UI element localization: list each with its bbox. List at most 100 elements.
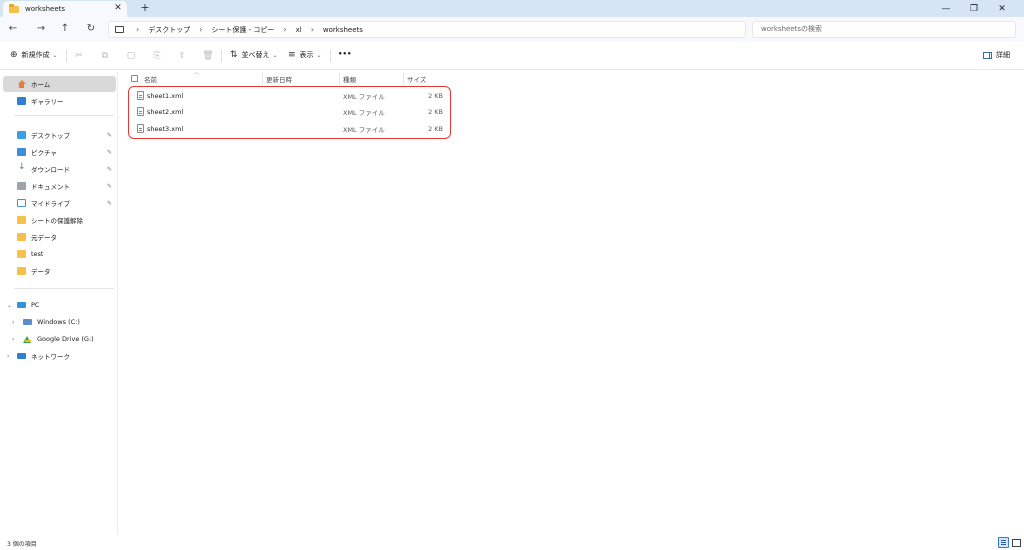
plus-circle-icon: ⊕ [10,50,18,60]
search-input[interactable]: worksheetsの検索 [752,21,1016,38]
tab-title: worksheets [25,5,66,13]
breadcrumb-xl[interactable]: xl [296,26,302,34]
sidebar-item-label: ピクチャ [31,149,57,157]
sidebar-item-mydrive[interactable]: マイドライブ ✎ [3,195,116,211]
chevron-right-icon[interactable]: › [7,353,9,360]
minimize-button[interactable]: — [932,4,960,14]
sidebar-item-test[interactable]: test [3,246,116,262]
pin-icon[interactable]: ✎ [107,132,112,139]
sidebar-item-gallery[interactable]: ギャラリー [3,93,116,109]
sidebar-item-label: マイドライブ [31,200,70,208]
column-header-modified[interactable]: 更新日時 [266,72,292,86]
column-header-type[interactable]: 種類 [343,72,356,86]
sidebar-item-label: PC [31,301,40,309]
breadcrumb-separator: › [310,25,314,34]
windows-drive-icon [23,319,32,325]
sort-icon: ⇅ [230,50,238,60]
pin-icon[interactable]: ✎ [107,200,112,207]
chevron-down-icon: ⌄ [52,51,58,59]
address-row: ← → ↑ ↻ › デスクトップ › シート保護 - コピー › xl › wo… [0,17,1024,42]
sort-button-label: 並べ替え [241,51,270,59]
sidebar-item-label: ギャラリー [31,98,64,106]
more-options-button[interactable]: ••• [338,50,351,58]
sidebar-item-data[interactable]: データ [3,263,116,279]
paste-icon[interactable]: ▢ [125,50,137,62]
column-header-name[interactable]: 名前 [144,72,157,86]
details-pane-icon [983,51,992,59]
sort-ascending-icon: ︿ [194,70,200,76]
divider [330,50,331,62]
column-divider[interactable] [403,73,404,85]
refresh-button[interactable]: ↻ [84,22,98,36]
documents-icon [17,182,26,190]
sidebar-divider [14,288,114,289]
divider [66,50,67,62]
sidebar-item-documents[interactable]: ドキュメント ✎ [3,178,116,194]
up-button[interactable]: ↑ [58,22,72,36]
sidebar-item-source-data[interactable]: 元データ [3,229,116,245]
chevron-right-icon[interactable]: › [12,336,14,343]
large-icons-view-icon[interactable] [1011,537,1022,548]
mydrive-icon [17,199,26,207]
new-button[interactable]: ⊕ 新規作成 ⌄ [10,50,58,60]
breadcrumb-desktop[interactable]: デスクトップ [148,25,190,35]
address-bar[interactable]: › デスクトップ › シート保護 - コピー › xl › worksheets [108,21,746,38]
sidebar-item-pictures[interactable]: ピクチャ ✎ [3,144,116,160]
view-button[interactable]: ≡ 表示 ⌄ [288,50,322,60]
chevron-right-icon[interactable]: › [12,319,14,326]
sidebar-item-downloads[interactable]: ダウンロード ✎ [3,161,116,177]
sidebar-item-sheet-unprotect[interactable]: シートの保護解除 [3,212,116,228]
sidebar-item-network[interactable]: › ネットワーク [3,348,116,364]
column-divider[interactable] [339,73,340,85]
pictures-icon [17,148,26,156]
sidebar-item-label: データ [31,268,51,276]
details-button-label: 詳細 [996,51,1010,59]
chevron-down-icon[interactable]: ⌄ [7,302,12,309]
network-icon [17,353,26,359]
tab-worksheets[interactable]: worksheets ✕ [3,1,127,17]
new-tab-button[interactable]: + [139,1,151,14]
sidebar-item-google-drive[interactable]: › Google Drive (G:) [3,331,116,347]
breadcrumb-separator: › [136,25,140,34]
pin-icon[interactable]: ✎ [107,149,112,156]
breadcrumb-sheet-protect-copy[interactable]: シート保護 - コピー [211,25,274,35]
title-bar: worksheets ✕ + — ❐ ✕ [0,0,1024,17]
close-window-button[interactable]: ✕ [988,4,1016,14]
details-view-icon[interactable] [998,537,1009,548]
restore-button[interactable]: ❐ [960,4,988,14]
cut-icon[interactable]: ✂ [73,50,85,62]
details-button[interactable]: 詳細 [983,50,1010,60]
sidebar-item-windows-c[interactable]: › Windows (C:) [3,314,116,330]
sidebar-item-label: ネットワーク [31,353,70,361]
folder-icon [17,216,26,224]
sidebar-item-pc[interactable]: ⌄ PC [3,297,116,313]
copy-icon[interactable]: ⧉ [99,50,111,62]
pc-icon [17,302,26,308]
select-all-checkbox[interactable] [131,75,138,82]
sidebar-item-home[interactable]: ホーム [3,76,116,92]
back-button[interactable]: ← [6,22,20,36]
pin-icon[interactable]: ✎ [107,183,112,190]
new-button-label: 新規作成 [21,51,50,59]
sort-button[interactable]: ⇅ 並べ替え ⌄ [230,50,278,60]
view-icon: ≡ [288,50,296,60]
sidebar-item-label: シートの保護解除 [31,217,83,225]
column-divider[interactable] [262,73,263,85]
sidebar-item-desktop[interactable]: デスクトップ ✎ [3,127,116,143]
forward-button[interactable]: → [34,22,48,36]
pin-icon[interactable]: ✎ [107,166,112,173]
sidebar-item-label: 元データ [31,234,57,242]
share-icon[interactable]: ⇪ [176,50,188,62]
delete-icon[interactable]: 🗑 [202,50,214,62]
sidebar-item-label: test [31,250,44,258]
folder-icon [17,233,26,241]
window-controls: — ❐ ✕ [932,0,1016,17]
close-tab-button[interactable]: ✕ [112,3,124,13]
command-bar: ⊕ 新規作成 ⌄ ✂ ⧉ ▢ ⎘ ⇪ 🗑 ⇅ 並べ替え ⌄ ≡ 表示 ⌄ •••… [0,42,1024,70]
column-header-size[interactable]: サイズ [407,72,426,86]
google-drive-icon [23,335,32,343]
breadcrumb-worksheets[interactable]: worksheets [323,26,363,34]
navigation-pane: ホーム ギャラリー デスクトップ ✎ ピクチャ ✎ ダウンロード ✎ ドキュメン… [0,72,118,534]
folder-icon [9,3,19,13]
rename-icon[interactable]: ⎘ [151,50,163,62]
